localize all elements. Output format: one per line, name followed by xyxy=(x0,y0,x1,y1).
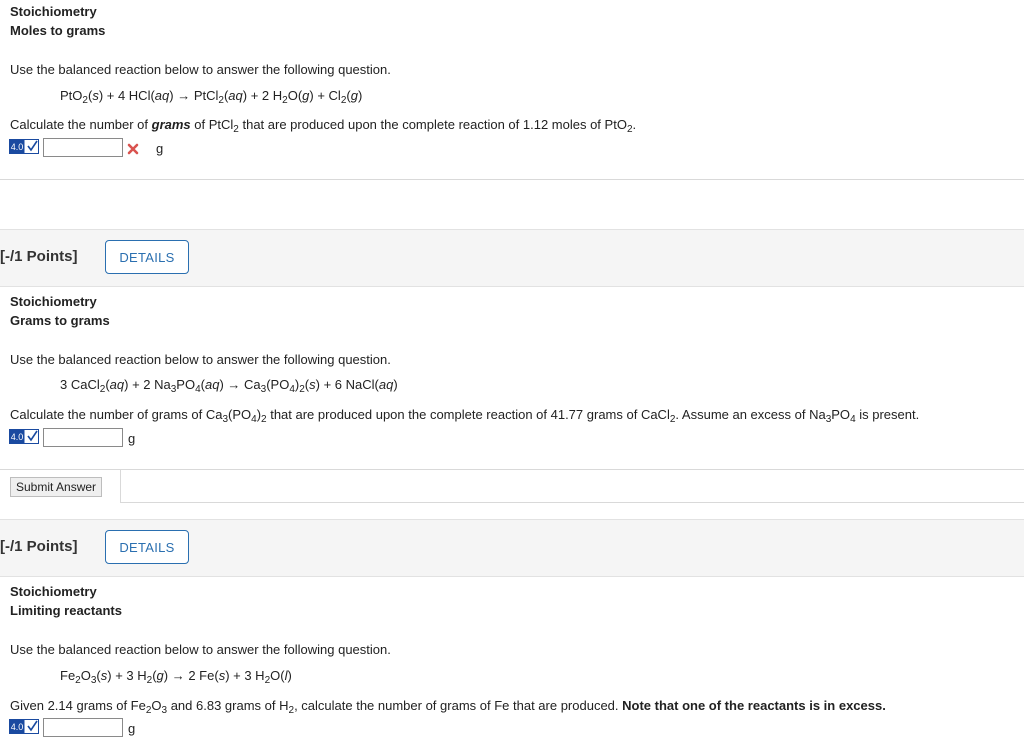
svg-text:4.0: 4.0 xyxy=(11,432,24,442)
q2-answer-input[interactable] xyxy=(43,428,123,447)
q1-question: Calculate the number of grams of PtCl2 t… xyxy=(10,117,637,135)
submit-answer-button[interactable]: Submit Answer xyxy=(10,477,103,497)
svg-text:4.0: 4.0 xyxy=(11,722,24,732)
q2-subtopic: Grams to grams xyxy=(10,313,110,328)
q1-subtopic: Moles to grams xyxy=(10,23,106,38)
q3-answer-input[interactable] xyxy=(43,718,123,737)
q2-points: [-/1 Points] xyxy=(0,248,78,265)
q1-topic: Stoichiometry xyxy=(10,4,97,19)
q2-unit: g xyxy=(128,431,136,446)
q3-tolerance-badge-icon: 4.0 xyxy=(9,719,39,734)
svg-text:4.0: 4.0 xyxy=(11,142,24,152)
q2-question: Calculate the number of grams of Ca3(PO4… xyxy=(10,407,920,425)
q1-tolerance-badge-icon: 4.0 xyxy=(9,139,39,154)
q2-details-button[interactable]: DETAILS xyxy=(105,240,189,274)
q2-instruction: Use the balanced reaction below to answe… xyxy=(10,352,391,367)
q1-equation: PtO2(s) + 4 HCl(aq) → PtCl2(aq) + 2 H2O(… xyxy=(60,88,363,106)
submit-area-right xyxy=(120,469,1024,503)
q2-topic: Stoichiometry xyxy=(10,294,97,309)
q3-equation: Fe2O3(s) + 3 H2(g) → 2 Fe(s) + 3 H2O(l) xyxy=(60,668,292,686)
q3-points: [-/1 Points] xyxy=(0,538,78,555)
divider xyxy=(0,179,1024,180)
q1-unit: g xyxy=(156,141,164,156)
q3-instruction: Use the balanced reaction below to answe… xyxy=(10,642,391,657)
q3-question: Given 2.14 grams of Fe2O3 and 6.83 grams… xyxy=(10,698,886,716)
q3-unit: g xyxy=(128,721,136,736)
q1-instruction: Use the balanced reaction below to answe… xyxy=(10,62,391,77)
q3-subtopic: Limiting reactants xyxy=(10,603,122,618)
x-icon xyxy=(127,143,139,155)
q1-answer-input[interactable] xyxy=(43,138,123,157)
q3-topic: Stoichiometry xyxy=(10,584,97,599)
q3-details-button[interactable]: DETAILS xyxy=(105,530,189,564)
q2-tolerance-badge-icon: 4.0 xyxy=(9,429,39,444)
q2-equation: 3 CaCl2(aq) + 2 Na3PO4(aq) → Ca3(PO4)2(s… xyxy=(60,377,398,395)
